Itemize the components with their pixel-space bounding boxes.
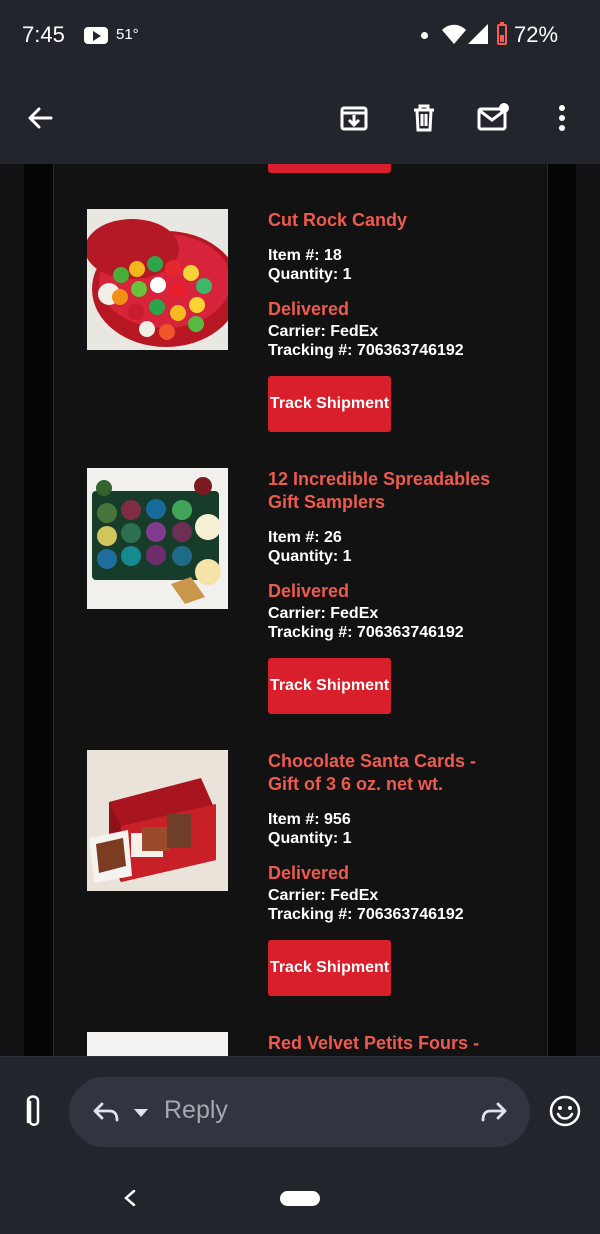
quantity: Quantity: 1 — [268, 548, 352, 565]
status-bar: 7:45 51° 72% — [0, 0, 600, 72]
item-number: Item #: 18 — [268, 247, 342, 264]
chocolate-santa-cards-image — [87, 750, 228, 891]
carrier: Carrier: FedEx — [268, 323, 379, 340]
right-email-border — [548, 164, 576, 1056]
compose-bar: Reply — [0, 1056, 600, 1234]
track-shipment-button[interactable]: Track Shipment — [268, 658, 391, 714]
reply-icon[interactable] — [92, 1101, 120, 1123]
forward-icon[interactable] — [480, 1101, 508, 1123]
signal-icon — [468, 24, 488, 44]
notification-dot-icon — [421, 32, 428, 39]
product-title[interactable]: 12 Incredible Spreadables Gift Samplers — [268, 468, 503, 514]
delete-icon — [414, 104, 434, 132]
more-vertical-icon — [559, 105, 565, 131]
track-shipment-button[interactable]: Track Shipment — [268, 940, 391, 996]
email-app-bar — [0, 72, 600, 164]
reply-input[interactable]: Reply — [69, 1077, 530, 1147]
carrier: Carrier: FedEx — [268, 887, 379, 904]
archive-icon — [340, 106, 368, 131]
left-email-border — [24, 164, 53, 1056]
home-pill[interactable] — [280, 1191, 320, 1206]
red-velvet-image-partial — [87, 1032, 228, 1056]
quantity: Quantity: 1 — [268, 830, 352, 847]
navigation-back-icon[interactable] — [124, 1190, 136, 1206]
back-button[interactable] — [12, 90, 68, 146]
youtube-icon — [84, 27, 108, 44]
mark-unread-icon — [477, 103, 509, 131]
attach-icon[interactable] — [18, 1094, 48, 1130]
email-body: Cut Rock Candy Item #: 18 Quantity: 1 De… — [0, 164, 600, 1056]
arrow-left-icon — [28, 107, 53, 129]
mark-unread-button[interactable] — [466, 90, 522, 146]
tracking-number: Tracking #: 706363746192 — [268, 342, 464, 359]
item-number: Item #: 26 — [268, 529, 342, 546]
temperature: 51° — [116, 26, 139, 43]
delivery-status: Delivered — [268, 299, 350, 319]
tracking-number: Tracking #: 706363746192 — [268, 624, 464, 641]
cut-rock-candy-image — [87, 209, 228, 350]
product-title[interactable]: Red Velvet Petits Fours - — [268, 1032, 503, 1055]
delivery-status: Delivered — [268, 581, 350, 601]
carrier: Carrier: FedEx — [268, 605, 379, 622]
tracking-number: Tracking #: 706363746192 — [268, 906, 464, 923]
product-title[interactable]: Cut Rock Candy — [268, 209, 503, 232]
delivery-status: Delivered — [268, 863, 350, 883]
battery-icon — [497, 22, 507, 45]
previous-track-shipment-button[interactable] — [268, 164, 391, 173]
reply-placeholder: Reply — [164, 1096, 228, 1124]
battery-percentage: 72% — [514, 22, 559, 47]
emoji-icon[interactable] — [549, 1095, 581, 1127]
chevron-down-icon[interactable] — [133, 1108, 149, 1118]
spreadables-image — [87, 468, 228, 609]
archive-button[interactable] — [326, 90, 382, 146]
track-shipment-button[interactable]: Track Shipment — [268, 376, 391, 432]
quantity: Quantity: 1 — [268, 266, 352, 283]
status-time: 7:45 — [22, 22, 65, 47]
delete-button[interactable] — [396, 90, 452, 146]
wifi-icon — [442, 24, 466, 44]
product-title[interactable]: Chocolate Santa Cards - Gift of 3 6 oz. … — [268, 750, 503, 796]
more-options-button[interactable] — [534, 90, 590, 146]
item-number: Item #: 956 — [268, 811, 351, 828]
